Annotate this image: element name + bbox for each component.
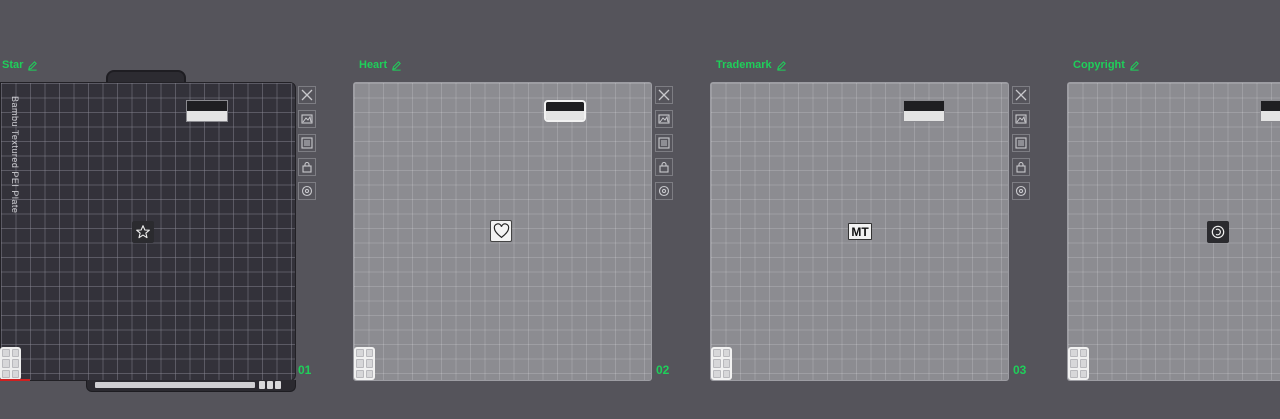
lock-icon[interactable] xyxy=(1012,158,1030,176)
model-copyright[interactable] xyxy=(1207,221,1229,243)
plate-label-1[interactable]: Star xyxy=(2,57,38,73)
close-icon[interactable] xyxy=(655,86,673,104)
plate-label-4[interactable]: Copyright xyxy=(1073,57,1140,73)
orient-icon[interactable] xyxy=(298,134,316,152)
copyright-icon xyxy=(1211,225,1225,239)
plate-toolbar-2 xyxy=(655,86,673,200)
edit-icon[interactable] xyxy=(391,60,402,71)
heart-icon xyxy=(493,223,509,239)
settings-icon[interactable] xyxy=(655,182,673,200)
plate-corner-3 xyxy=(711,347,732,380)
settings-icon[interactable] xyxy=(1012,182,1030,200)
plate-number-1: 01 xyxy=(298,363,312,377)
plate-bottom-bar xyxy=(86,380,296,392)
edit-icon[interactable] xyxy=(1129,60,1140,71)
arrange-icon[interactable] xyxy=(298,110,316,128)
plate-flag-2[interactable] xyxy=(544,100,586,122)
plate-corner-4 xyxy=(1068,347,1089,380)
arrange-icon[interactable] xyxy=(655,110,673,128)
build-plate-4[interactable] xyxy=(1067,82,1280,381)
plate-corner-2 xyxy=(354,347,375,380)
plate-toolbar-3 xyxy=(1012,86,1030,200)
model-trademark[interactable]: MT xyxy=(848,223,872,240)
orient-icon[interactable] xyxy=(1012,134,1030,152)
plate-label-text: Heart xyxy=(359,59,388,71)
plate-corner-1 xyxy=(0,347,21,380)
plate-label-text: Trademark xyxy=(716,59,772,71)
plate-name-text: Bambu Textured PEI Plate xyxy=(10,96,20,214)
arrange-icon[interactable] xyxy=(1012,110,1030,128)
lock-icon[interactable] xyxy=(655,158,673,176)
model-heart[interactable] xyxy=(490,220,512,242)
plate-label-text: Copyright xyxy=(1073,59,1125,71)
settings-icon[interactable] xyxy=(298,182,316,200)
plate-label-2[interactable]: Heart xyxy=(359,57,402,73)
plate-label-3[interactable]: Trademark xyxy=(716,57,787,73)
star-icon xyxy=(136,225,150,239)
close-icon[interactable] xyxy=(298,86,316,104)
plate-flag-1[interactable] xyxy=(186,100,228,122)
axis-marker xyxy=(0,379,30,381)
plate-toolbar-1 xyxy=(298,86,316,200)
close-icon[interactable] xyxy=(1012,86,1030,104)
plate-number-3: 03 xyxy=(1013,363,1027,377)
plate-label-text: Star xyxy=(2,59,24,71)
edit-icon[interactable] xyxy=(27,60,38,71)
plate-flag-4[interactable] xyxy=(1260,100,1280,122)
plate-flag-3[interactable] xyxy=(903,100,945,122)
orient-icon[interactable] xyxy=(655,134,673,152)
plate-number-2: 02 xyxy=(656,363,670,377)
edit-icon[interactable] xyxy=(776,60,787,71)
lock-icon[interactable] xyxy=(298,158,316,176)
model-star[interactable] xyxy=(132,221,154,243)
